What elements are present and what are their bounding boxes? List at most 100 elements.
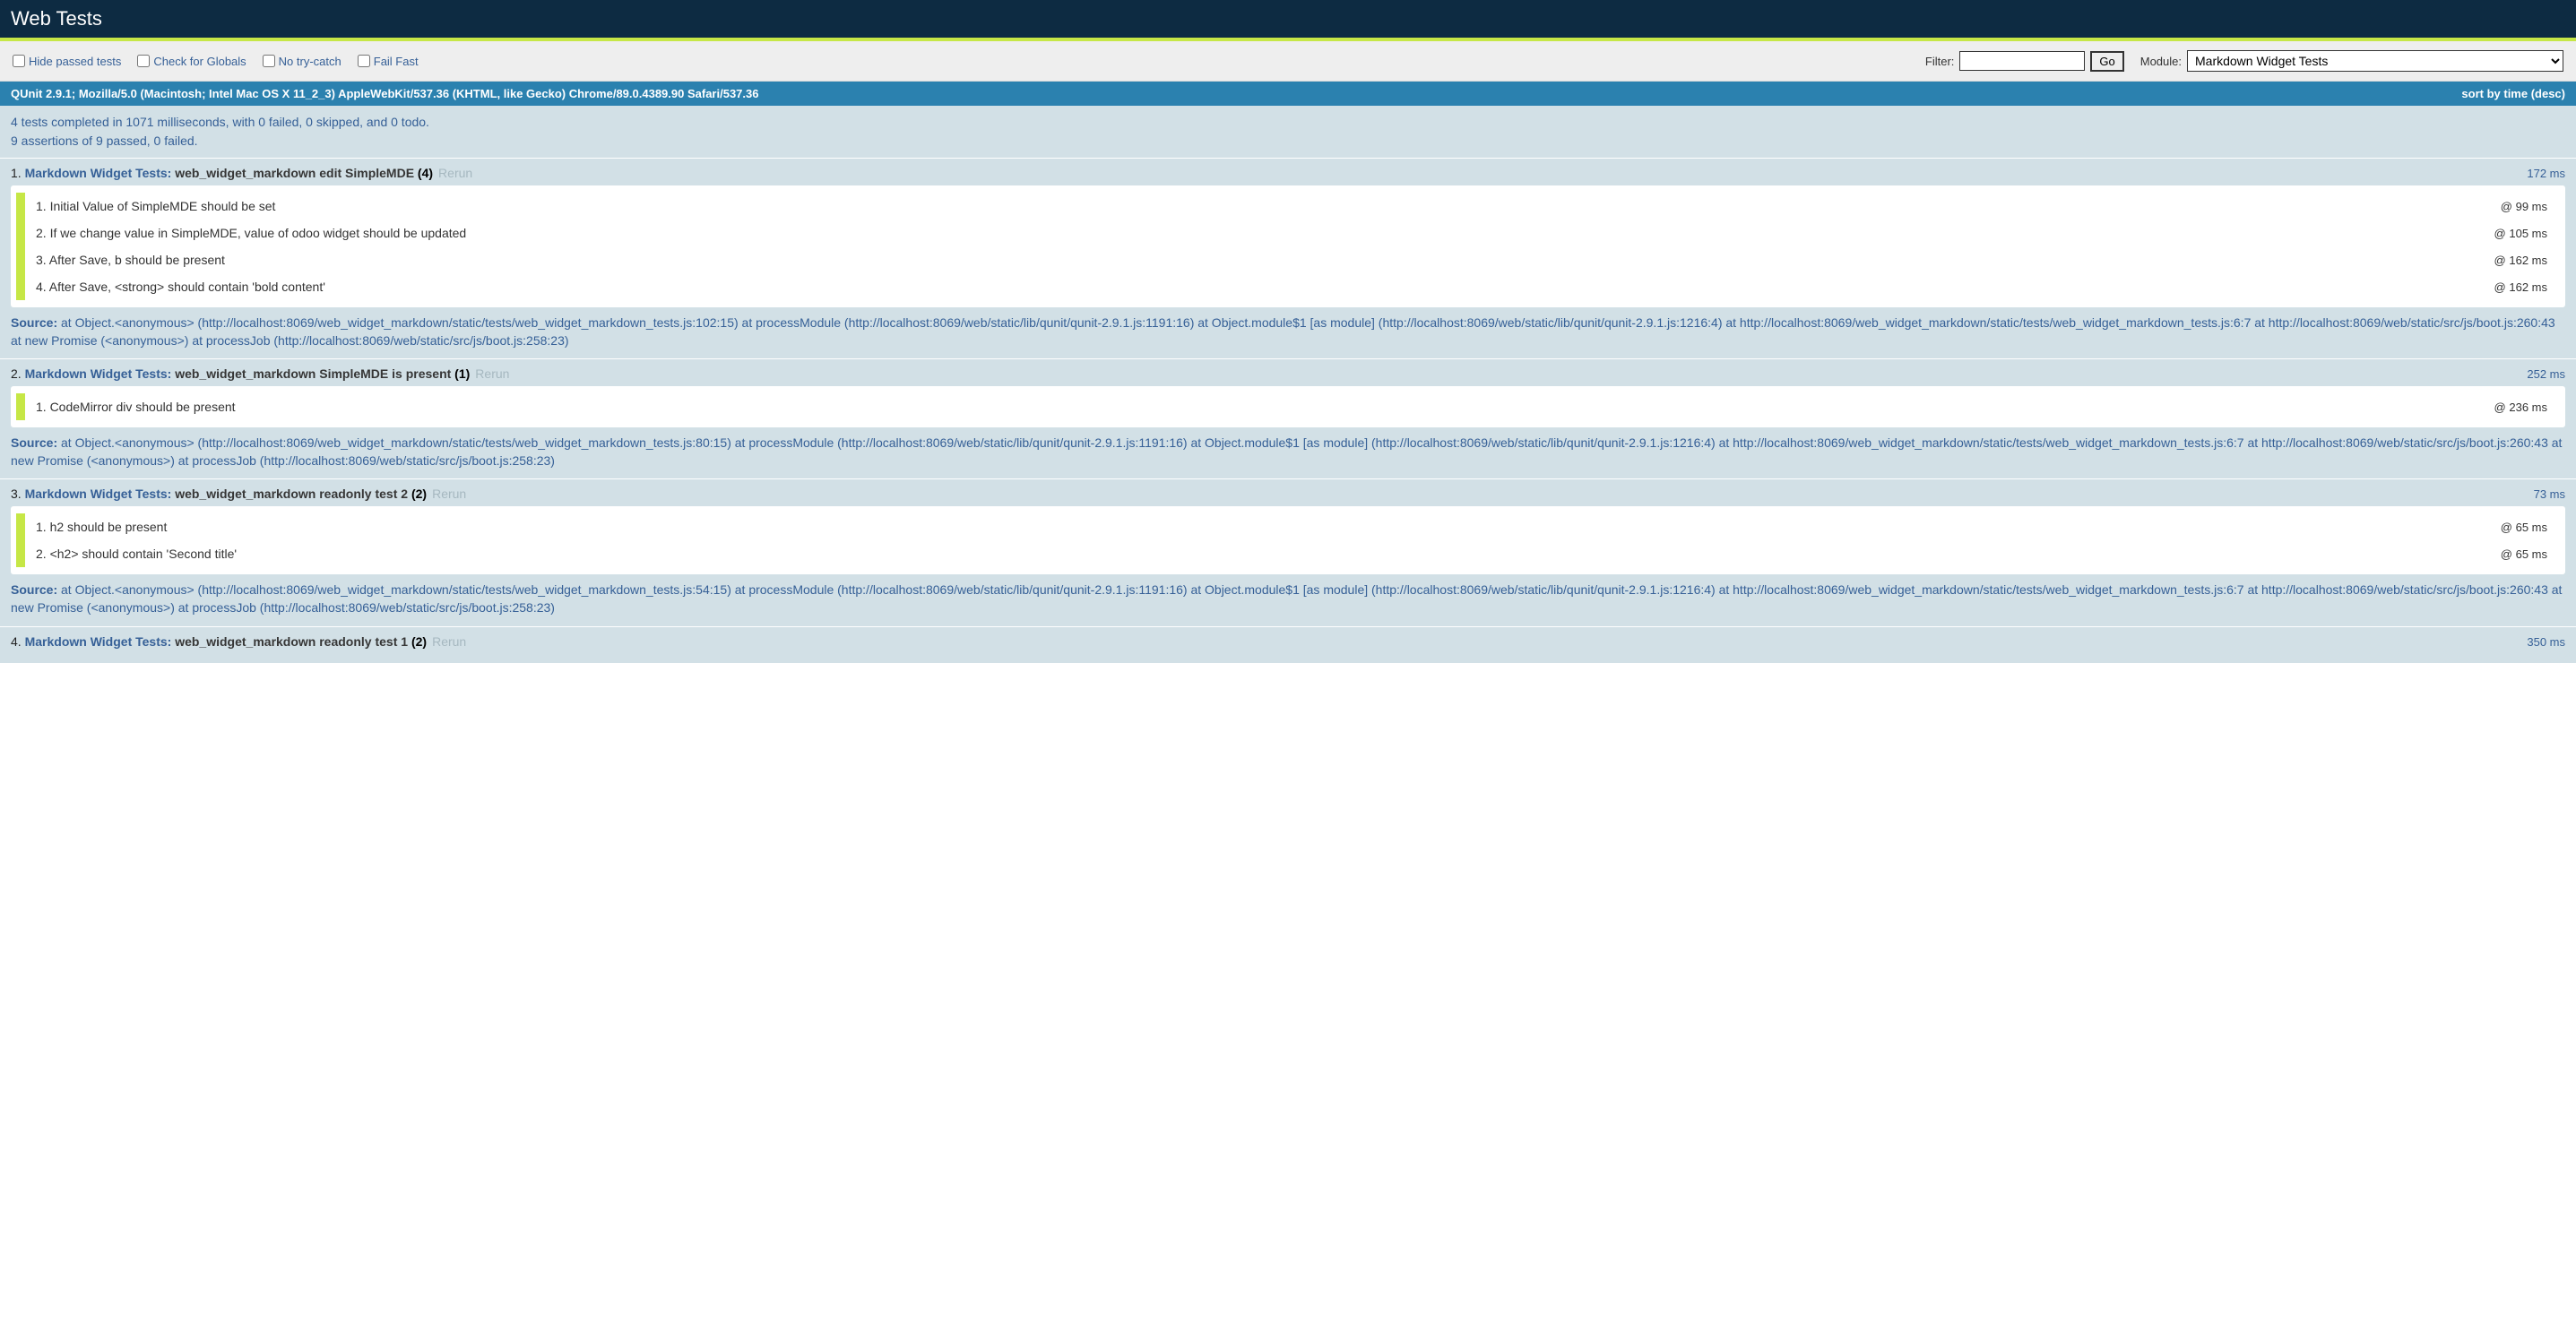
filter-group: Filter: Go (1925, 51, 2124, 72)
test-block: 2. Markdown Widget Tests: web_widget_mar… (0, 359, 2576, 479)
check-globals-checkbox[interactable] (137, 55, 150, 67)
assertion-message: 1. CodeMirror div should be present (36, 400, 236, 414)
test-number: 1. (11, 166, 25, 180)
rerun-link[interactable]: Rerun (438, 166, 472, 180)
rerun-link[interactable]: Rerun (432, 634, 466, 649)
test-number: 3. (11, 487, 25, 501)
test-runtime: 172 ms (2527, 167, 2565, 180)
toolbar-left: Hide passed tests Check for Globals No try… (13, 55, 419, 68)
test-number: 2. (11, 366, 25, 381)
test-name: web_widget_markdown SimpleMDE is present (175, 366, 454, 381)
go-button[interactable]: Go (2090, 51, 2123, 72)
assertion-time: @ 162 ms (2494, 254, 2547, 267)
assertion-count: (2) (411, 487, 427, 501)
user-agent-banner: QUnit 2.9.1; Mozilla/5.0 (Macintosh; Int… (0, 82, 2576, 106)
assertion-time: @ 162 ms (2494, 280, 2547, 294)
fail-fast-label[interactable]: Fail Fast (374, 55, 419, 68)
user-agent-text: QUnit 2.9.1; Mozilla/5.0 (Macintosh; Int… (11, 87, 758, 100)
assertion-count: (4) (418, 166, 433, 180)
assertion-message: 2. <h2> should contain 'Second title' (36, 547, 237, 561)
test-title[interactable]: 1. Markdown Widget Tests: web_widget_mar… (11, 166, 472, 180)
assertion-item[interactable]: 2. If we change value in SimpleMDE, valu… (16, 220, 2556, 246)
assertion-list: 1. h2 should be present@ 65 ms2. <h2> sh… (11, 506, 2565, 574)
assertion-item[interactable]: 3. After Save, b should be present @ 162 … (16, 246, 2556, 273)
filter-input[interactable] (1959, 51, 2085, 71)
check-globals-label[interactable]: Check for Globals (153, 55, 246, 68)
source-label: Source: (11, 435, 61, 450)
assertion-item[interactable]: 1. Initial Value of SimpleMDE should be … (16, 193, 2556, 220)
test-block: 1. Markdown Widget Tests: web_widget_mar… (0, 159, 2576, 359)
assertion-count: (1) (454, 366, 470, 381)
summary-line-2: 9 assertions of 9 passed, 0 failed. (11, 132, 2565, 151)
test-name: web_widget_markdown readonly test 2 (175, 487, 411, 501)
checkbox-group-hide-passed: Hide passed tests (13, 55, 121, 68)
checkbox-group-fail-fast: Fail Fast (358, 55, 419, 68)
assertion-message: 2. If we change value in SimpleMDE, valu… (36, 226, 466, 240)
module-group: Module: Markdown Widget Tests (2140, 50, 2563, 72)
no-trycatch-checkbox[interactable] (263, 55, 275, 67)
source-text: at Object.<anonymous> (http://localhost:… (11, 435, 2562, 468)
module-select[interactable]: Markdown Widget Tests (2187, 50, 2563, 72)
checkbox-group-no-trycatch: No try-catch (263, 55, 341, 68)
test-source: Source: at Object.<anonymous> (http://lo… (11, 435, 2565, 470)
source-text: at Object.<anonymous> (http://localhost:… (11, 315, 2555, 348)
module-label: Module: (2140, 55, 2182, 68)
test-module-name: Markdown Widget Tests: (25, 366, 176, 381)
test-block: 4. Markdown Widget Tests: web_widget_mar… (0, 627, 2576, 664)
assertion-time: @ 65 ms (2501, 547, 2547, 561)
test-module-name: Markdown Widget Tests: (25, 634, 176, 649)
assertion-time: @ 105 ms (2494, 227, 2547, 240)
sort-by-time-link[interactable]: sort by time (desc) (2461, 87, 2565, 100)
test-runtime: 73 ms (2534, 487, 2565, 501)
assertion-item[interactable]: 1. h2 should be present @ 65 ms (16, 513, 2556, 540)
assertion-time: @ 99 ms (2501, 200, 2547, 213)
tests-container: 1. Markdown Widget Tests: web_widget_mar… (0, 159, 2576, 664)
assertion-item[interactable]: 1. CodeMirror div should be present @ 236… (16, 393, 2556, 420)
page-header: Web Tests (0, 0, 2576, 38)
assertion-message: 3. After Save, b should be present (36, 253, 225, 267)
assertion-count: (2) (411, 634, 427, 649)
assertion-message: 4. After Save, <strong> should contain '… (36, 280, 325, 294)
assertion-item[interactable]: 4. After Save, <strong> should contain '… (16, 273, 2556, 300)
test-runtime: 252 ms (2527, 367, 2565, 381)
source-label: Source: (11, 315, 61, 330)
test-title[interactable]: 3. Markdown Widget Tests: web_widget_mar… (11, 487, 466, 501)
page-title: Web Tests (11, 7, 102, 30)
assertion-time: @ 65 ms (2501, 521, 2547, 534)
test-title[interactable]: 4. Markdown Widget Tests: web_widget_mar… (11, 634, 466, 649)
summary-line-1: 4 tests completed in 1071 milliseconds, … (11, 113, 2565, 132)
test-title[interactable]: 2. Markdown Widget Tests: web_widget_mar… (11, 366, 509, 381)
test-title-row: 3. Markdown Widget Tests: web_widget_mar… (11, 487, 2565, 501)
test-module-name: Markdown Widget Tests: (25, 166, 176, 180)
test-summary: 4 tests completed in 1071 milliseconds, … (0, 106, 2576, 159)
assertion-list: 1. CodeMirror div should be present @ 236… (11, 386, 2565, 427)
checkbox-group-check-globals: Check for Globals (137, 55, 246, 68)
assertion-message: 1. Initial Value of SimpleMDE should be … (36, 199, 275, 213)
no-trycatch-label[interactable]: No try-catch (279, 55, 341, 68)
source-text: at Object.<anonymous> (http://localhost:… (11, 582, 2562, 615)
test-name: web_widget_markdown edit SimpleMDE (175, 166, 418, 180)
fail-fast-checkbox[interactable] (358, 55, 370, 67)
filter-label: Filter: (1925, 55, 1955, 68)
test-number: 4. (11, 634, 25, 649)
test-name: web_widget_markdown readonly test 1 (175, 634, 411, 649)
test-block: 3. Markdown Widget Tests: web_widget_mar… (0, 479, 2576, 626)
rerun-link[interactable]: Rerun (475, 366, 509, 381)
test-runtime: 350 ms (2527, 635, 2565, 649)
test-module-name: Markdown Widget Tests: (25, 487, 176, 501)
test-title-row: 4. Markdown Widget Tests: web_widget_mar… (11, 634, 2565, 649)
toolbar-right: Filter: Go Module: Markdown Widget Tests (1925, 50, 2563, 72)
assertion-list: 1. Initial Value of SimpleMDE should be … (11, 185, 2565, 307)
assertion-time: @ 236 ms (2494, 401, 2547, 414)
test-title-row: 2. Markdown Widget Tests: web_widget_mar… (11, 366, 2565, 381)
rerun-link[interactable]: Rerun (432, 487, 466, 501)
test-source: Source: at Object.<anonymous> (http://lo… (11, 314, 2565, 349)
test-title-row: 1. Markdown Widget Tests: web_widget_mar… (11, 166, 2565, 180)
test-source: Source: at Object.<anonymous> (http://lo… (11, 582, 2565, 616)
hide-passed-label[interactable]: Hide passed tests (29, 55, 121, 68)
hide-passed-checkbox[interactable] (13, 55, 25, 67)
toolbar: Hide passed tests Check for Globals No try… (0, 41, 2576, 82)
assertion-message: 1. h2 should be present (36, 520, 167, 534)
source-label: Source: (11, 582, 61, 597)
assertion-item[interactable]: 2. <h2> should contain 'Second title' @ 6… (16, 540, 2556, 567)
